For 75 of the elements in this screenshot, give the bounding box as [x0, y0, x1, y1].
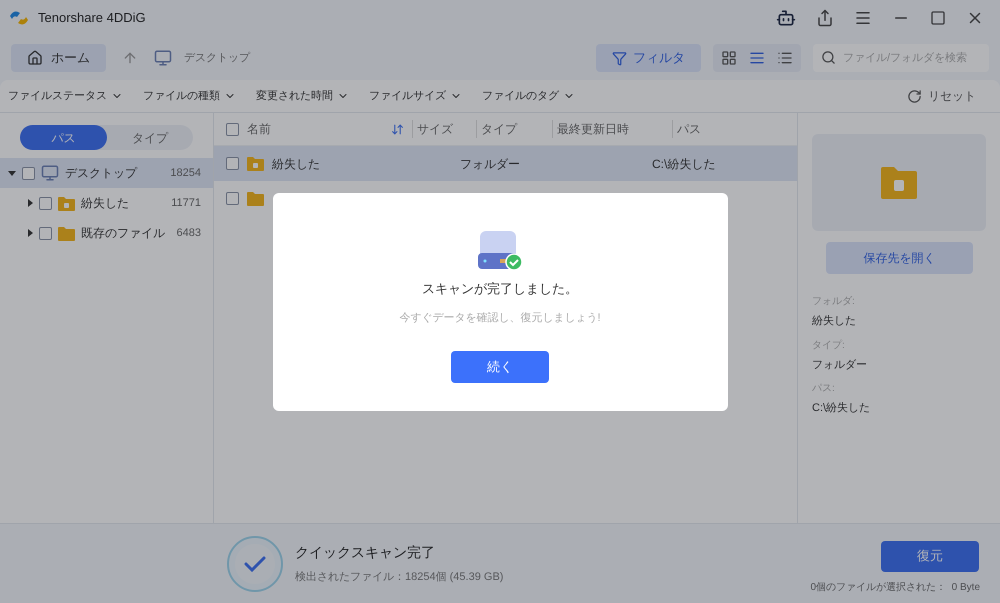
- detail-value: フォルダー: [812, 358, 868, 372]
- recover-button[interactable]: 復元: [881, 540, 979, 572]
- caret-right-icon[interactable]: [28, 199, 33, 207]
- table-row[interactable]: 紛失した フォルダー C:\紛失した: [214, 146, 797, 181]
- filter-dropdown[interactable]: ファイルサイズ: [369, 88, 462, 104]
- filter-button[interactable]: フィルタ: [596, 44, 701, 72]
- column-header[interactable]: 名前: [247, 120, 383, 138]
- search-field[interactable]: ファイル/フォルダを検索: [813, 44, 989, 72]
- folder-icon: [58, 226, 75, 240]
- column-header[interactable]: サイズ: [412, 120, 468, 138]
- detail-value: C:\紛失した: [812, 401, 872, 416]
- selection-summary: 0個のファイルが選択された： 0 Byte: [810, 580, 980, 594]
- detail-label: パス:: [812, 382, 836, 396]
- filter-dropdown[interactable]: ファイルステータス: [8, 88, 123, 104]
- home-button[interactable]: ホーム: [11, 44, 106, 72]
- sidebar-tab[interactable]: タイプ: [106, 125, 193, 150]
- breadcrumb[interactable]: デスクトップ: [184, 50, 250, 66]
- trash-folder-icon: [247, 156, 264, 171]
- sidebar-tab[interactable]: パス: [20, 125, 106, 150]
- column-header[interactable]: 最終更新日時: [552, 120, 664, 138]
- checkmark-badge-icon: [227, 536, 283, 592]
- drive-check-icon: [476, 228, 524, 272]
- window-title: Tenorshare 4DDiG: [38, 9, 146, 28]
- reset-icon: [907, 88, 922, 104]
- robot-icon[interactable]: [776, 8, 796, 28]
- caret-down-icon[interactable]: [8, 170, 16, 176]
- caret-right-icon[interactable]: [28, 229, 33, 237]
- continue-button[interactable]: 続く: [451, 350, 549, 382]
- detail-view-icon[interactable]: [749, 50, 765, 66]
- share-icon[interactable]: [816, 9, 834, 27]
- filter-icon: [612, 50, 627, 66]
- checkbox[interactable]: [39, 196, 52, 210]
- table-cell-text: フォルダー: [460, 156, 521, 172]
- filter-dropdown[interactable]: ファイルのタグ: [482, 88, 575, 104]
- item-count: 18254: [170, 166, 201, 181]
- tree-item[interactable]: 紛失した 11771: [0, 188, 213, 218]
- tree-item[interactable]: 既存のファイル 6483: [0, 218, 213, 248]
- tree-label: 紛失した: [81, 195, 130, 212]
- checkbox[interactable]: [39, 226, 52, 240]
- column-header[interactable]: タイプ: [476, 120, 544, 138]
- detail-value: 紛失した: [812, 314, 857, 329]
- checkbox[interactable]: [226, 122, 239, 136]
- dialog-message: 今すぐデータを確認し、復元しましょう!: [399, 311, 601, 326]
- found-count: 検出されたファイル：18254個 (45.39 GB): [295, 570, 504, 585]
- sort-icon[interactable]: [391, 122, 404, 136]
- tree-item[interactable]: デスクトップ 18254: [0, 158, 213, 188]
- open-location-button[interactable]: 保存先を開く: [826, 242, 973, 274]
- filter-dropdown[interactable]: ファイルの種類: [143, 88, 236, 104]
- checkbox[interactable]: [22, 166, 35, 180]
- menu-icon[interactable]: [854, 9, 872, 27]
- status-title: クイックスキャン完了: [295, 542, 436, 562]
- home-icon: [27, 50, 43, 66]
- checkbox[interactable]: [226, 157, 239, 170]
- detail-label: タイプ:: [812, 338, 846, 352]
- trash-folder-icon: [58, 196, 75, 210]
- item-count: 6483: [176, 226, 201, 241]
- trash-folder-icon: [881, 166, 917, 199]
- grid-view-icon[interactable]: [721, 50, 737, 66]
- dialog-title: スキャンが完了しました。: [422, 280, 578, 298]
- table-cell-text: 紛失した: [272, 156, 321, 172]
- tree-label: 既存のファイル: [81, 225, 166, 242]
- monitor-icon: [41, 164, 59, 182]
- reset-button[interactable]: リセット: [907, 87, 976, 105]
- filter-dropdown[interactable]: 変更された時間: [256, 88, 349, 104]
- table-cell-text: C:\紛失した: [652, 156, 716, 172]
- item-count: 11771: [171, 196, 201, 211]
- tree-label: デスクトップ: [65, 165, 138, 182]
- maximize-icon[interactable]: [930, 10, 946, 26]
- column-header[interactable]: パス: [672, 120, 701, 138]
- search-icon: [821, 50, 836, 65]
- detail-label: フォルダ:: [812, 295, 856, 309]
- monitor-icon: [154, 49, 172, 67]
- checkbox[interactable]: [226, 192, 239, 205]
- folder-icon: [247, 191, 264, 206]
- list-view-icon[interactable]: [777, 50, 793, 66]
